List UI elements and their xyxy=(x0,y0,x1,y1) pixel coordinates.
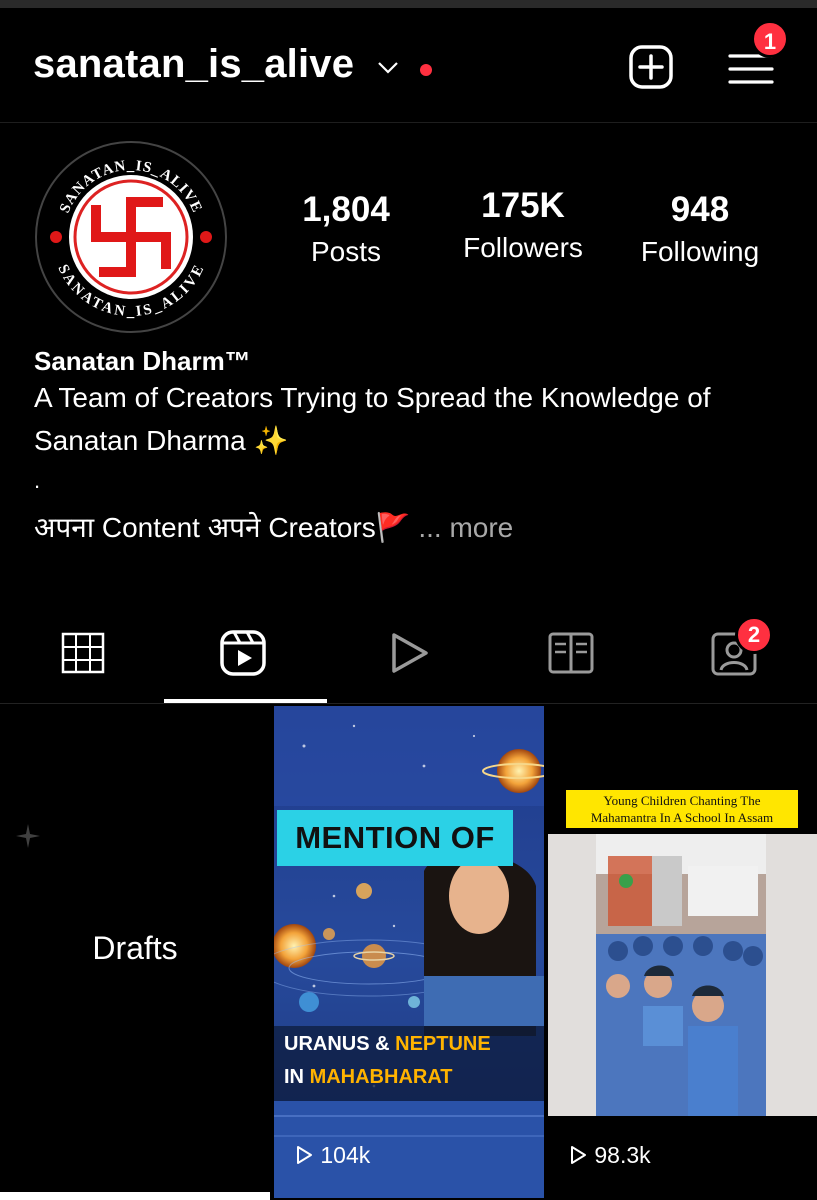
reel-thumbnail-image xyxy=(548,706,817,1198)
posts-stat[interactable]: 1,804 Posts xyxy=(266,190,426,268)
om-icon-right xyxy=(200,231,212,243)
status-strip xyxy=(0,0,817,8)
bio-text: अपना Content अपने Creators🚩 xyxy=(34,512,411,543)
videos-tab-icon[interactable] xyxy=(384,628,434,678)
reel-caption-line: Young Children Chanting The xyxy=(603,793,761,808)
posts-count: 1,804 xyxy=(302,190,390,229)
reel-title-text: IN xyxy=(284,1066,310,1088)
guides-tab-icon[interactable] xyxy=(546,628,596,678)
reel-title-highlight: MAHABHARAT xyxy=(309,1066,453,1088)
divider xyxy=(0,122,817,123)
posts-label: Posts xyxy=(310,236,382,267)
reel-thumbnail[interactable] xyxy=(274,706,544,1198)
notification-dot xyxy=(420,64,432,76)
reel-title-highlight: NEPTUNE xyxy=(395,1033,491,1055)
menu-notification-badge: 1 xyxy=(751,20,789,58)
reel-thumbnail[interactable] xyxy=(548,706,817,1198)
play-icon xyxy=(571,1146,586,1164)
bio-more-link[interactable]: ... more xyxy=(411,512,513,543)
reel-title-line: URANUS & NEPTUNE xyxy=(284,1033,491,1056)
reel-title-line: IN MAHABHARAT xyxy=(284,1066,453,1089)
following-stat[interactable]: 948 Following xyxy=(620,190,780,268)
followers-stat[interactable]: 175K Followers xyxy=(443,186,603,264)
bio-dot: . xyxy=(34,468,41,493)
bio-line: A Team of Creators Trying to Spread the … xyxy=(34,382,711,413)
play-icon xyxy=(297,1146,312,1164)
om-icon-left xyxy=(50,231,62,243)
reel-view-count-value: 104k xyxy=(320,1142,371,1168)
drafts-label: Drafts xyxy=(92,930,178,966)
bio-display-name: Sanatan Dharm™ xyxy=(34,346,251,376)
tagged-notification-badge: 2 xyxy=(735,616,773,654)
following-count: 948 xyxy=(670,190,730,229)
divider xyxy=(0,703,817,704)
profile-avatar[interactable]: SANATAN_IS_ALIVE SANATAN_IS_ALIVE xyxy=(34,140,228,334)
reel-view-count-value: 98.3k xyxy=(594,1142,651,1168)
reels-tab-icon[interactable] xyxy=(218,628,268,678)
sparkle-icon xyxy=(16,824,40,848)
reel-caption-box: Young Children Chanting The Mahamantra I… xyxy=(566,790,798,828)
reel-title-text: URANUS & xyxy=(284,1033,396,1055)
grid-tab-icon[interactable] xyxy=(58,628,108,678)
create-post-button[interactable] xyxy=(628,44,674,90)
reel-view-count: 98.3k xyxy=(568,1142,651,1169)
profile-username[interactable]: sanatan_is_alive xyxy=(33,42,354,87)
reel-caption-line: Mahamantra In A School In Assam xyxy=(590,810,774,825)
bio-line: अपना Content अपने Creators🚩 ... more xyxy=(34,508,513,546)
followers-label: Followers xyxy=(463,232,583,263)
bottom-indicator xyxy=(0,1192,270,1200)
chevron-down-icon[interactable] xyxy=(376,60,400,76)
reel-view-count: 104k xyxy=(294,1142,370,1169)
following-label: Following xyxy=(640,236,760,267)
reel-thumbnail-image xyxy=(274,706,544,1198)
followers-count: 175K xyxy=(481,186,565,225)
bio-line: Sanatan Dharma ✨ xyxy=(34,425,289,456)
reel-title-banner: MENTION OF xyxy=(277,810,513,866)
